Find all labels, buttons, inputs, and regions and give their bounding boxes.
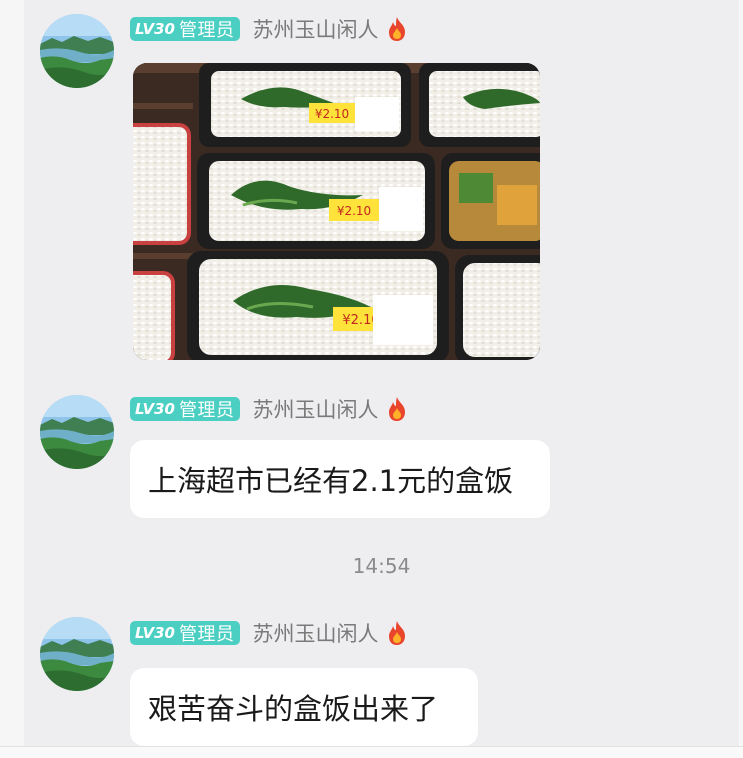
role-label: 管理员 xyxy=(178,400,235,421)
bottom-strip xyxy=(0,746,743,758)
role-label: 管理员 xyxy=(178,20,235,41)
sender-name[interactable]: 苏州玉山闲人 xyxy=(252,14,378,44)
avatar[interactable] xyxy=(40,14,114,88)
level-badge[interactable]: LV30 管理员 xyxy=(130,17,241,41)
fire-icon xyxy=(389,621,406,645)
fire-icon xyxy=(389,397,406,421)
lake-landscape-avatar-icon xyxy=(40,14,114,88)
shared-photo[interactable]: ¥2.10 ¥2.10 ¥2.10 xyxy=(133,63,540,360)
lake-landscape-avatar-icon xyxy=(40,395,114,469)
sender-row: LV30 管理员 苏州玉山闲人 xyxy=(130,618,408,648)
role-label: 管理员 xyxy=(178,624,235,645)
sender-name[interactable]: 苏州玉山闲人 xyxy=(252,394,378,424)
rice-box-photo: ¥2.10 ¥2.10 ¥2.10 xyxy=(133,63,540,360)
message-bubble[interactable]: 艰苦奋斗的盒饭出来了 xyxy=(130,668,478,746)
svg-text:¥2.10: ¥2.10 xyxy=(315,107,349,121)
sender-row: LV30 管理员 苏州玉山闲人 xyxy=(130,394,408,424)
message-2: LV30 管理员 苏州玉山闲人 上海超市已经有2.1元的盒饭 xyxy=(24,370,739,530)
message-3: LV30 管理员 苏州玉山闲人 艰苦奋斗的盒饭出来了 xyxy=(24,600,739,746)
lake-landscape-avatar-icon xyxy=(40,617,114,691)
avatar[interactable] xyxy=(40,395,114,469)
svg-text:¥2.10: ¥2.10 xyxy=(337,204,371,218)
avatar[interactable] xyxy=(40,617,114,691)
level-label: LV30 xyxy=(135,400,175,418)
level-label: LV30 xyxy=(135,20,175,38)
chat-panel[interactable]: LV30 管理员 苏州玉山闲人 ¥2.10 ¥2.10 ¥2.10 LV30 管… xyxy=(24,0,739,746)
sender-row: LV30 管理员 苏州玉山闲人 xyxy=(130,14,408,44)
level-badge[interactable]: LV30 管理员 xyxy=(130,621,241,645)
message-1: LV30 管理员 苏州玉山闲人 ¥2.10 ¥2.10 ¥2.10 xyxy=(24,0,739,370)
level-label: LV30 xyxy=(135,624,175,642)
level-badge[interactable]: LV30 管理员 xyxy=(130,397,241,421)
message-bubble[interactable]: 上海超市已经有2.1元的盒饭 xyxy=(130,440,550,518)
timestamp: 14:54 xyxy=(352,554,411,578)
fire-icon xyxy=(389,17,406,41)
sender-name[interactable]: 苏州玉山闲人 xyxy=(252,618,378,648)
